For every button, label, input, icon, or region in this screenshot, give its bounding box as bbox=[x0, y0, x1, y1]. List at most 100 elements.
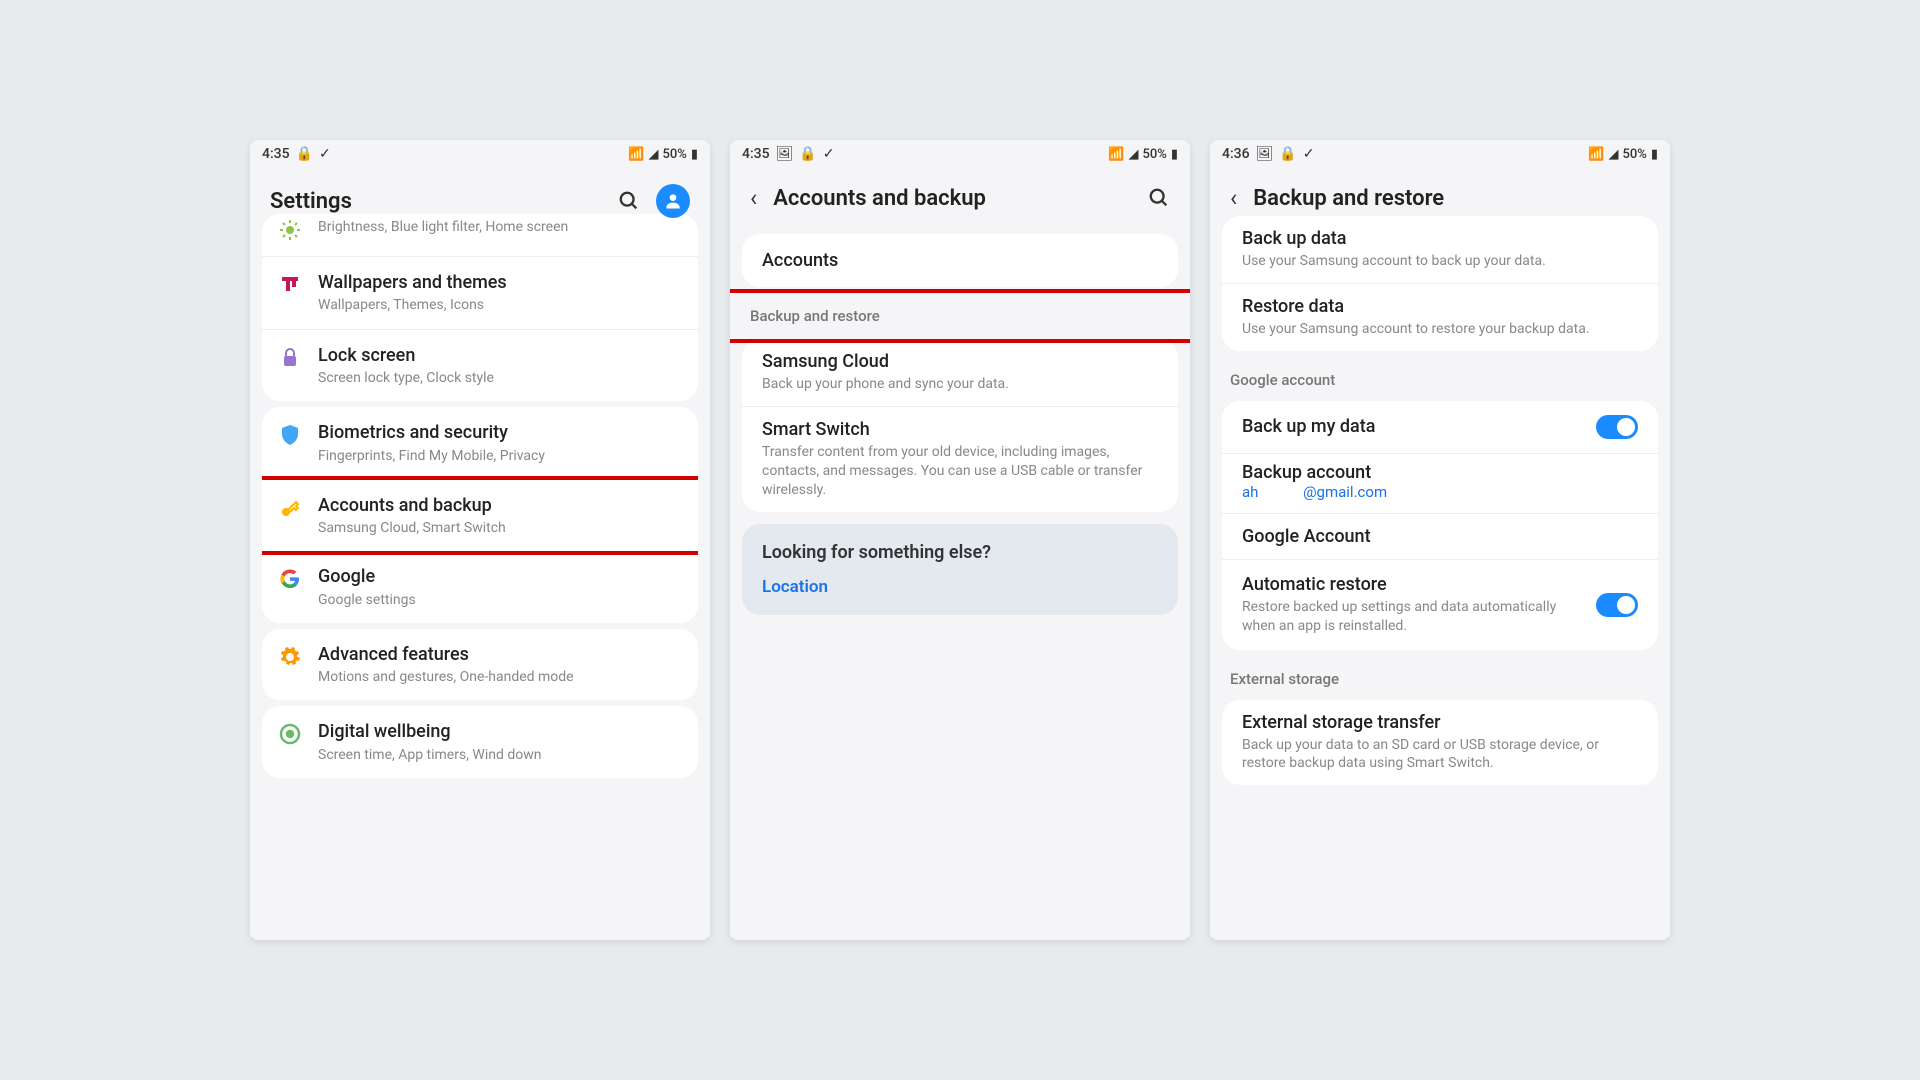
signal-icon: ◢ bbox=[648, 147, 658, 162]
search-icon[interactable] bbox=[1148, 187, 1170, 209]
looking-title: Looking for something else? bbox=[762, 542, 1158, 563]
item-title: Back up data bbox=[1242, 228, 1638, 249]
item-subtitle: Google settings bbox=[318, 591, 682, 609]
samsung-section: Back up data Use your Samsung account to… bbox=[1222, 216, 1658, 351]
item-title: Samsung Cloud bbox=[762, 351, 1158, 372]
backup-my-data-item[interactable]: Back up my data bbox=[1222, 401, 1658, 454]
google-section: Back up my data Backup account ah @gmail… bbox=[1222, 401, 1658, 650]
settings-item-google[interactable]: Google Google settings bbox=[262, 551, 698, 623]
item-title: Lock screen bbox=[318, 344, 682, 367]
backup-data-item[interactable]: Back up data Use your Samsung account to… bbox=[1222, 216, 1658, 284]
shield-icon bbox=[278, 423, 302, 447]
back-button[interactable]: ‹ bbox=[1230, 184, 1237, 212]
battery-icon: ▮ bbox=[691, 147, 698, 162]
header: ‹ Accounts and backup bbox=[730, 168, 1190, 228]
item-title: Automatic restore bbox=[1242, 574, 1584, 595]
external-storage-header: External storage bbox=[1210, 656, 1670, 694]
item-title: Smart Switch bbox=[762, 419, 1158, 440]
smart-switch-item[interactable]: Smart Switch Transfer content from your … bbox=[742, 407, 1178, 512]
lock-icon bbox=[278, 346, 302, 370]
item-title: Restore data bbox=[1242, 296, 1638, 317]
backup-restore-header: Backup and restore bbox=[730, 289, 1190, 343]
status-bar: 4:36 🖼 🔒 ✓ 📶 ◢ 50% ▮ bbox=[1210, 140, 1670, 168]
google-account-header: Google account bbox=[1210, 357, 1670, 395]
key-icon bbox=[278, 496, 302, 520]
item-title: Biometrics and security bbox=[318, 421, 682, 444]
battery-text: 50% bbox=[662, 147, 686, 162]
display-icon bbox=[278, 218, 302, 242]
settings-group-4: Digital wellbeing Screen time, App timer… bbox=[262, 706, 698, 778]
settings-item-wallpapers[interactable]: Wallpapers and themes Wallpapers, Themes… bbox=[262, 257, 698, 330]
external-transfer-item[interactable]: External storage transfer Back up your d… bbox=[1222, 700, 1658, 786]
item-subtitle: Back up your phone and sync your data. bbox=[762, 375, 1158, 394]
item-subtitle: Restore backed up settings and data auto… bbox=[1242, 598, 1584, 636]
wifi-icon: 📶 bbox=[628, 147, 644, 162]
signal-icon: ◢ bbox=[1128, 147, 1138, 162]
google-account-item[interactable]: Google Account bbox=[1222, 514, 1658, 560]
wellbeing-icon bbox=[278, 722, 302, 746]
backup-account-item[interactable]: Backup account ah @gmail.com bbox=[1222, 450, 1658, 514]
backup-account-email: ah @gmail.com bbox=[1242, 483, 1638, 501]
phone-screen-1: 4:35 🔒 ✓ 📶 ◢ 50% ▮ Settings Brightness, … bbox=[250, 140, 710, 940]
check-icon: ✓ bbox=[319, 146, 331, 162]
samsung-cloud-item[interactable]: Samsung Cloud Back up your phone and syn… bbox=[742, 339, 1178, 407]
item-subtitle: Back up your data to an SD card or USB s… bbox=[1242, 736, 1638, 774]
item-subtitle: Fingerprints, Find My Mobile, Privacy bbox=[318, 447, 682, 465]
item-title: Accounts and backup bbox=[318, 494, 682, 517]
restore-data-item[interactable]: Restore data Use your Samsung account to… bbox=[1222, 284, 1658, 351]
accounts-item[interactable]: Accounts bbox=[742, 234, 1178, 287]
settings-group-3: Advanced features Motions and gestures, … bbox=[262, 629, 698, 701]
item-subtitle: Screen lock type, Clock style bbox=[318, 369, 682, 387]
settings-item-display[interactable]: Brightness, Blue light filter, Home scre… bbox=[262, 214, 698, 257]
signal-icon: ◢ bbox=[1608, 147, 1618, 162]
briefcase-icon: 🔒 bbox=[1279, 146, 1296, 162]
phone-screen-3: 4:36 🖼 🔒 ✓ 📶 ◢ 50% ▮ ‹ Backup and restor… bbox=[1210, 140, 1670, 940]
status-time: 4:35 bbox=[742, 146, 770, 162]
settings-item-biometrics[interactable]: Biometrics and security Fingerprints, Fi… bbox=[262, 407, 698, 480]
item-subtitle: Samsung Cloud, Smart Switch bbox=[318, 519, 682, 537]
profile-avatar[interactable] bbox=[656, 184, 690, 218]
item-title: External storage transfer bbox=[1242, 712, 1638, 733]
item-title: Advanced features bbox=[318, 643, 682, 666]
back-button[interactable]: ‹ bbox=[750, 184, 757, 212]
status-time: 4:36 bbox=[1222, 146, 1250, 162]
google-icon bbox=[278, 567, 302, 591]
item-title: Google Account bbox=[1242, 526, 1638, 547]
automatic-restore-item[interactable]: Automatic restore Restore backed up sett… bbox=[1222, 560, 1658, 650]
item-title: Digital wellbeing bbox=[318, 720, 682, 743]
item-subtitle: Use your Samsung account to back up your… bbox=[1242, 252, 1638, 271]
looking-for-section: Looking for something else? Location bbox=[742, 524, 1178, 615]
item-subtitle: Transfer content from your old device, i… bbox=[762, 443, 1158, 500]
item-title: Backup account bbox=[1242, 462, 1638, 483]
wifi-icon: 📶 bbox=[1588, 147, 1604, 162]
page-title: Backup and restore bbox=[1253, 186, 1650, 211]
external-section: External storage transfer Back up your d… bbox=[1222, 700, 1658, 786]
status-bar: 4:35 🔒 ✓ 📶 ◢ 50% ▮ bbox=[250, 140, 710, 168]
item-subtitle: Use your Samsung account to restore your… bbox=[1242, 320, 1638, 339]
settings-group-2: Biometrics and security Fingerprints, Fi… bbox=[262, 407, 698, 623]
item-subtitle: Brightness, Blue light filter, Home scre… bbox=[318, 218, 682, 236]
battery-icon: ▮ bbox=[1651, 147, 1658, 162]
check-icon: ✓ bbox=[1303, 146, 1315, 162]
settings-item-accounts-backup[interactable]: Accounts and backup Samsung Cloud, Smart… bbox=[262, 476, 698, 556]
briefcase-icon: 🔒 bbox=[296, 146, 313, 162]
search-icon[interactable] bbox=[618, 190, 640, 212]
battery-text: 50% bbox=[1622, 147, 1646, 162]
settings-item-lockscreen[interactable]: Lock screen Screen lock type, Clock styl… bbox=[262, 330, 698, 402]
wifi-icon: 📶 bbox=[1108, 147, 1124, 162]
gear-icon bbox=[278, 645, 302, 669]
accounts-section: Accounts bbox=[742, 234, 1178, 287]
settings-item-wellbeing[interactable]: Digital wellbeing Screen time, App timer… bbox=[262, 706, 698, 778]
status-time: 4:35 bbox=[262, 146, 290, 162]
settings-group-1: Brightness, Blue light filter, Home scre… bbox=[262, 214, 698, 401]
phone-screen-2: 4:35 🖼 🔒 ✓ 📶 ◢ 50% ▮ ‹ Accounts and back… bbox=[730, 140, 1190, 940]
wallpaper-icon bbox=[278, 273, 302, 297]
page-title: Settings bbox=[270, 189, 602, 214]
backup-toggle[interactable] bbox=[1596, 415, 1638, 439]
location-link[interactable]: Location bbox=[762, 577, 1158, 597]
item-title: Back up my data bbox=[1242, 416, 1584, 437]
auto-restore-toggle[interactable] bbox=[1596, 593, 1638, 617]
settings-item-advanced[interactable]: Advanced features Motions and gestures, … bbox=[262, 629, 698, 701]
battery-text: 50% bbox=[1142, 147, 1166, 162]
check-icon: ✓ bbox=[823, 146, 835, 162]
